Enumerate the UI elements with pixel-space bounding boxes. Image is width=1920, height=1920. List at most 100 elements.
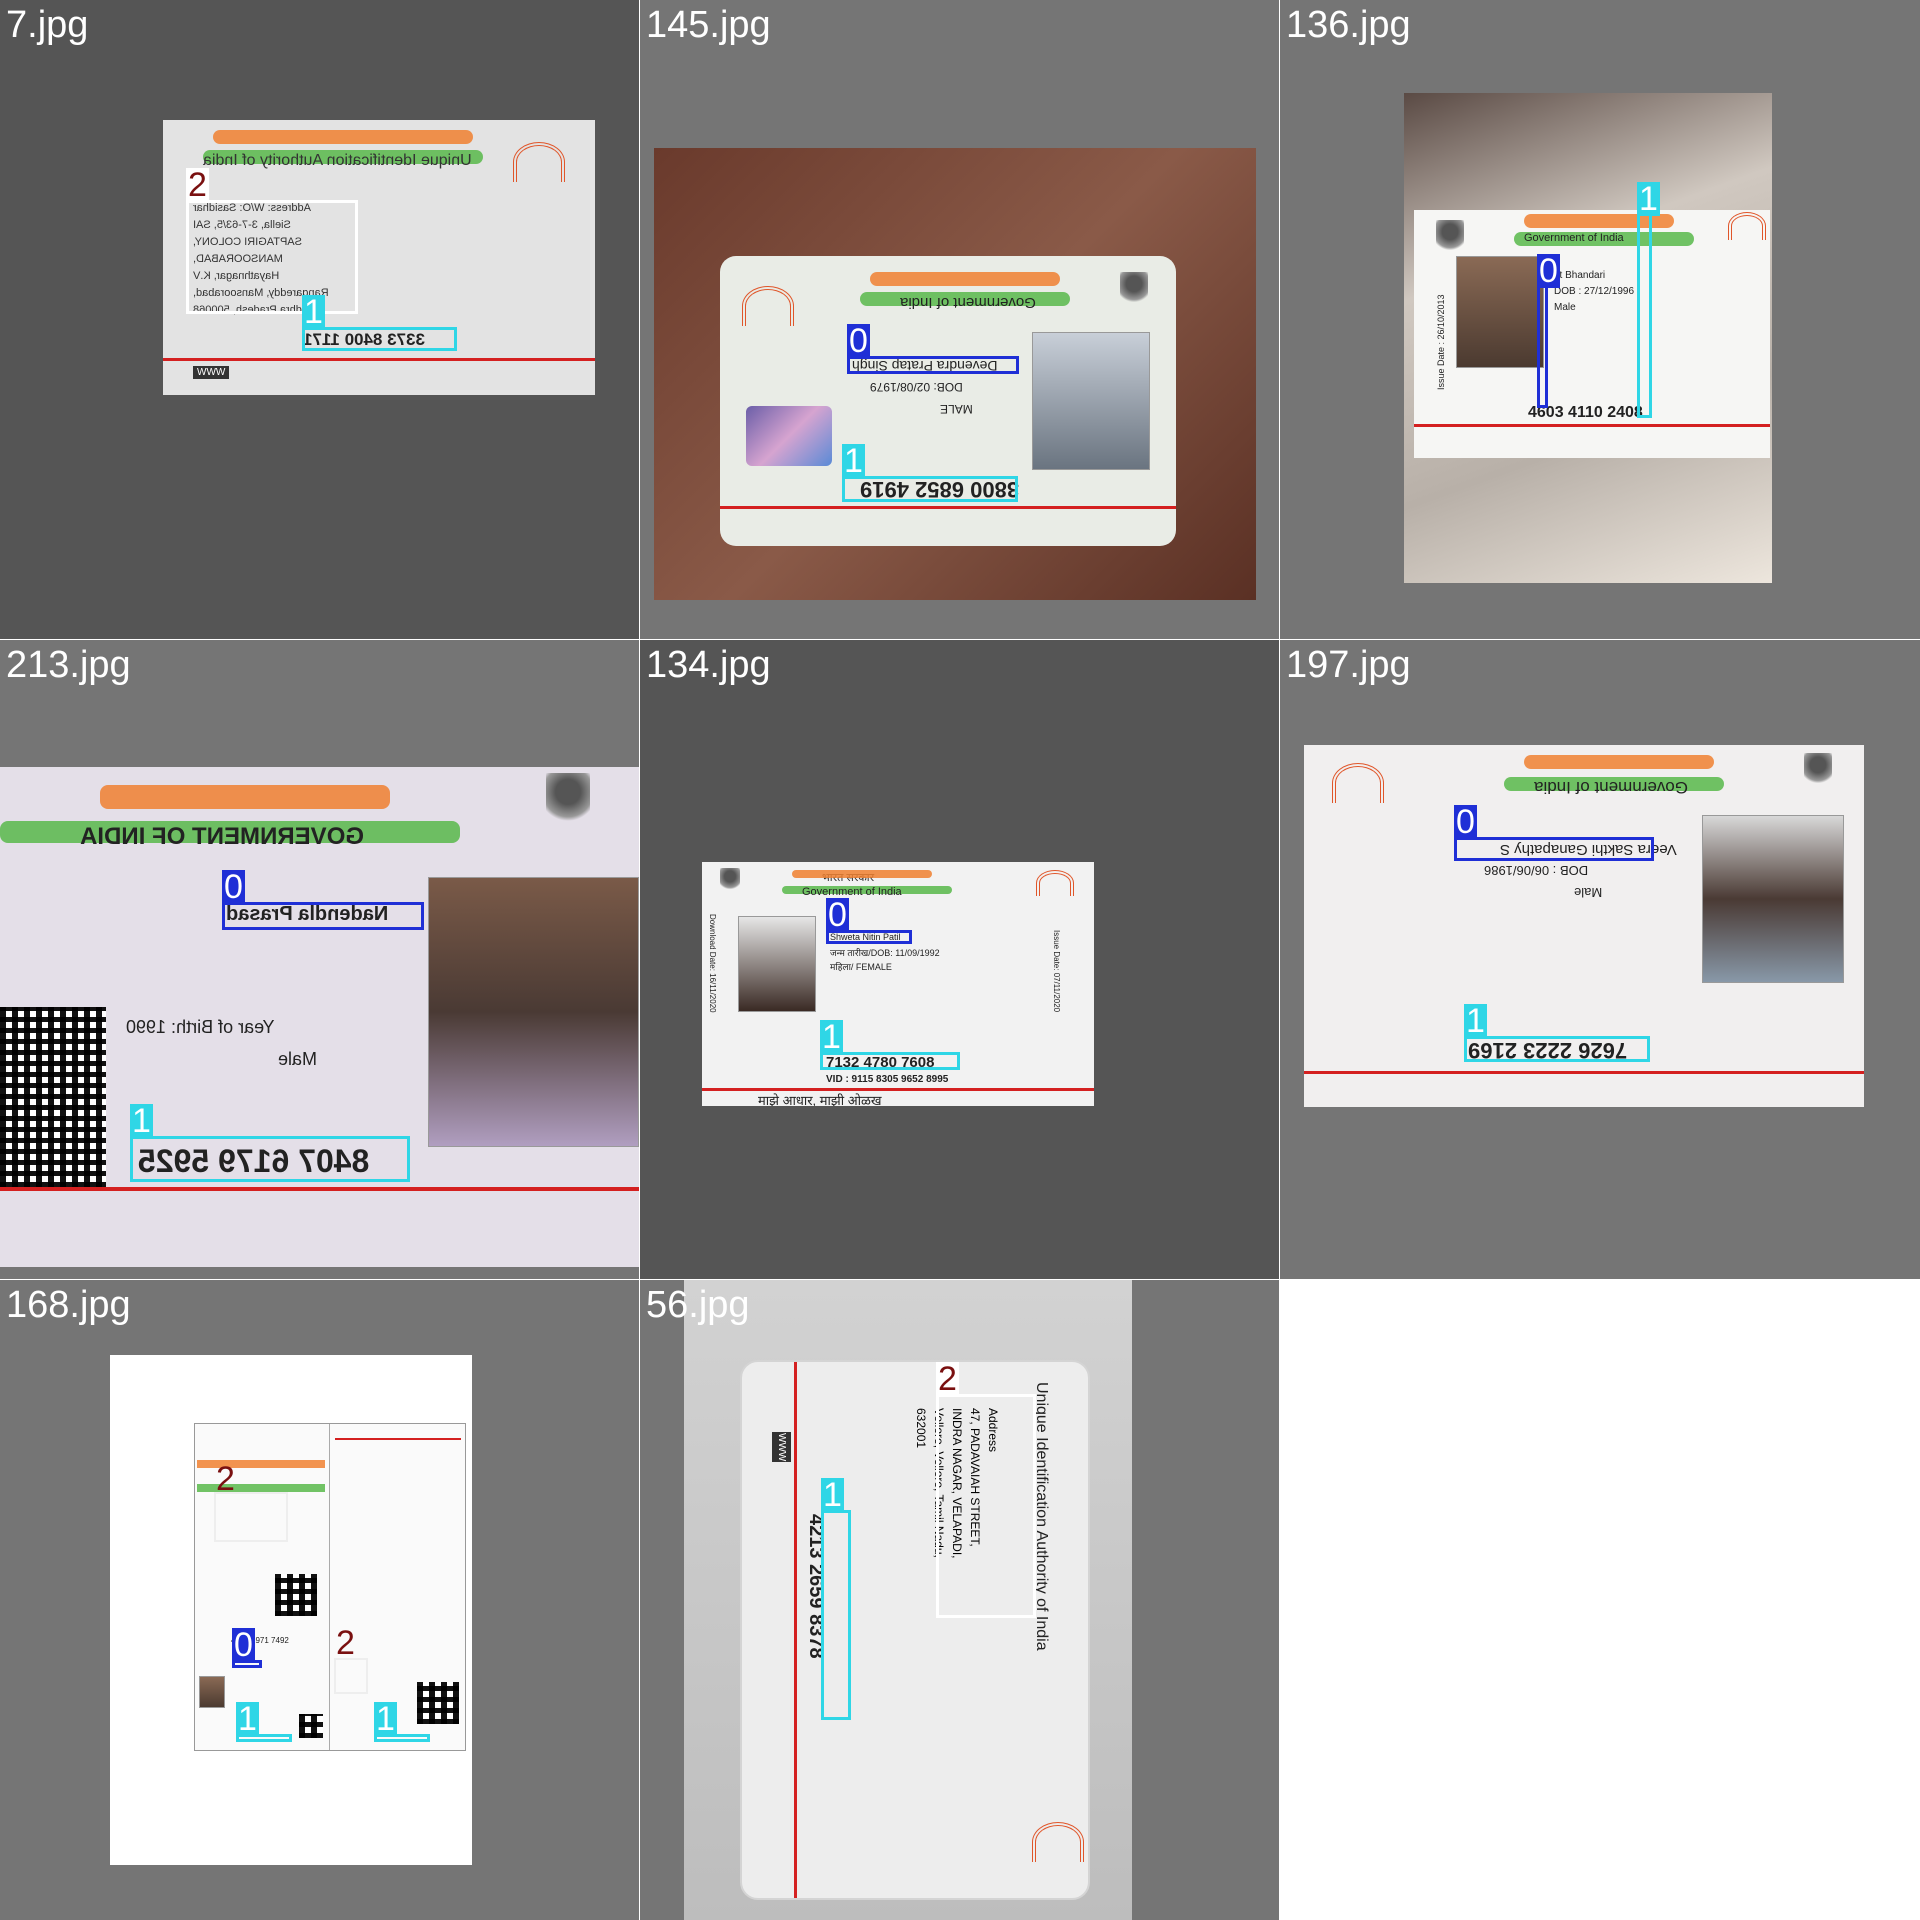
bbox-number: [821, 1510, 851, 1720]
aadhaar-logo-icon: [742, 286, 794, 326]
bbox-class-label: 1: [1464, 1002, 1487, 1040]
emblem-icon: [720, 868, 740, 892]
qr-code: [0, 1007, 106, 1187]
bbox-address: [214, 1492, 288, 1542]
bbox-class-label: 2: [216, 1460, 235, 1498]
aadhaar-logo-icon: [1032, 1822, 1084, 1862]
bbox-class-label: 0: [1454, 803, 1477, 841]
bbox-address: [186, 200, 358, 314]
bbox-number: [1464, 1036, 1650, 1062]
emblem-icon: [546, 773, 590, 827]
holder-gender: Male: [1574, 885, 1603, 900]
tile-filename: 136.jpg: [1286, 4, 1411, 46]
issue-date: Issue Date: 07/11/2020: [1052, 930, 1061, 1013]
holder-photo: [738, 916, 816, 1012]
bbox-class-label: 0: [222, 868, 245, 906]
bbox-number: [820, 1052, 960, 1070]
aadhaar-front-card: GOVERNMENT OF INDIA Nadendla Prasad Year…: [0, 767, 639, 1267]
issue-date: Issue Date : 26/10/2013: [1436, 294, 1446, 390]
tile-7[interactable]: 7.jpg Unique Identification Authority of…: [0, 0, 639, 639]
tile-filename: 213.jpg: [6, 644, 131, 686]
bbox-class-label: 1: [821, 1476, 844, 1514]
gov-text: Government of India: [802, 886, 902, 898]
holder-photo: [1032, 332, 1150, 470]
gov-text: GOVERNMENT OF INDIA: [80, 823, 365, 850]
holder-photo: [1702, 815, 1844, 983]
aadhaar-logo-icon: [513, 142, 565, 182]
gov-text: Government of India: [900, 294, 1036, 311]
emblem-icon: [1120, 272, 1148, 306]
emblem-icon: [1436, 220, 1464, 254]
aadhaar-back-card: WWW Unique Identification Authority of I…: [740, 1360, 1090, 1900]
aadhaar-logo-icon: [1728, 212, 1766, 240]
document-page: 4586 1971 7492: [110, 1355, 472, 1865]
tile-213[interactable]: 213.jpg GOVERNMENT OF INDIA Nadendla Pra…: [0, 640, 639, 1279]
tile-197[interactable]: 197.jpg Government of India Veera Sakthi…: [1280, 640, 1920, 1279]
gov-text: Government of India: [1534, 778, 1689, 797]
emblem-icon: [1804, 753, 1832, 787]
tile-145[interactable]: 145.jpg Government of India Devendra Pra…: [640, 0, 1279, 639]
bbox-class-label: 1: [130, 1102, 153, 1140]
tile-56[interactable]: 56.jpg WWW Unique Identification Authori…: [640, 1280, 1279, 1920]
bbox-class-label: 0: [232, 1626, 255, 1664]
holder-gender: Male: [1554, 302, 1576, 313]
bbox-name: [1454, 837, 1654, 861]
tile-filename: 56.jpg: [646, 1284, 750, 1326]
holder-gender: महिला/ FEMALE: [830, 962, 892, 972]
tile-filename: 145.jpg: [646, 4, 771, 46]
uidai-text: Unique Identification Authority of India: [203, 152, 472, 169]
bbox-address: [936, 1394, 1036, 1618]
holder-dob: DOB: 02/08/1979: [870, 380, 963, 394]
www-badge: WWW: [772, 1432, 791, 1463]
tile-filename: 168.jpg: [6, 1284, 131, 1326]
tile-168[interactable]: 168.jpg 4586 1971 7492 2 0 1 2 1: [0, 1280, 639, 1920]
tile-filename: 197.jpg: [1286, 644, 1411, 686]
tile-136[interactable]: 136.jpg Government of India Issue Date :…: [1280, 0, 1920, 639]
bbox-number: [302, 327, 457, 351]
holder-dob: DOB : 27/12/1996: [1554, 286, 1635, 297]
bbox-class-label: 1: [820, 1018, 843, 1056]
red-divider: [794, 1362, 797, 1898]
bbox-name: [222, 902, 424, 930]
holder-gender: MALE: [940, 402, 973, 416]
tile-134[interactable]: 134.jpg भारत सरकार Government of India D…: [640, 640, 1279, 1279]
bbox-address-2: [334, 1658, 368, 1694]
aadhaar-logo-icon: [1332, 763, 1384, 803]
qr-code-3: [299, 1714, 323, 1738]
bbox-name: [847, 356, 1019, 374]
bbox-class-label: 1: [374, 1700, 397, 1738]
holder-dob: जन्म तारीख/DOB: 11/09/1992: [830, 948, 940, 958]
www-badge: WWW: [193, 366, 230, 379]
vid-number: VID : 9115 8305 9652 8995: [826, 1074, 949, 1085]
download-date: Download Date: 16/11/2020: [708, 914, 717, 1013]
aadhaar-logo-icon: [1036, 870, 1074, 896]
bbox-class-label: 1: [236, 1700, 259, 1738]
holder-photo: [199, 1676, 225, 1708]
holder-photo: [1456, 256, 1544, 368]
bbox-class-label: 2: [186, 166, 209, 204]
empty-tile: [1280, 1280, 1920, 1920]
bbox-class-label: 2: [936, 1360, 959, 1398]
bbox-class-label: 1: [842, 442, 865, 480]
bbox-number: [842, 476, 1018, 502]
bbox-class-label: 0: [847, 322, 870, 360]
bbox-class-label: 0: [1537, 252, 1560, 290]
bbox-number: [1637, 184, 1652, 418]
aadhaar-front-card: Government of India Issue Date : 26/10/2…: [1414, 210, 1770, 458]
hologram-icon: [746, 406, 832, 466]
holder-dob: DOB : 06/06/1986: [1484, 863, 1589, 878]
bbox-number: [130, 1136, 410, 1182]
slogan-text: माझे आधार, माझी ओळख: [758, 1093, 882, 1106]
qr-code: [275, 1574, 317, 1616]
holder-name: nt Bhandari: [1554, 270, 1606, 281]
holder-gender: Male: [278, 1049, 318, 1069]
tile-filename: 134.jpg: [646, 644, 771, 686]
gov-text: Government of India: [1524, 232, 1624, 244]
bbox-class-label: 2: [336, 1624, 355, 1662]
tile-filename: 7.jpg: [6, 4, 89, 46]
bbox-class-label: 1: [1637, 180, 1660, 218]
bbox-class-label: 0: [826, 896, 849, 934]
aadhaar-front-card: Government of India Devendra Pratap Sing…: [720, 256, 1176, 546]
bbox-class-label: 1: [302, 293, 325, 331]
holder-yob: Year of Birth: 1990: [126, 1017, 275, 1037]
